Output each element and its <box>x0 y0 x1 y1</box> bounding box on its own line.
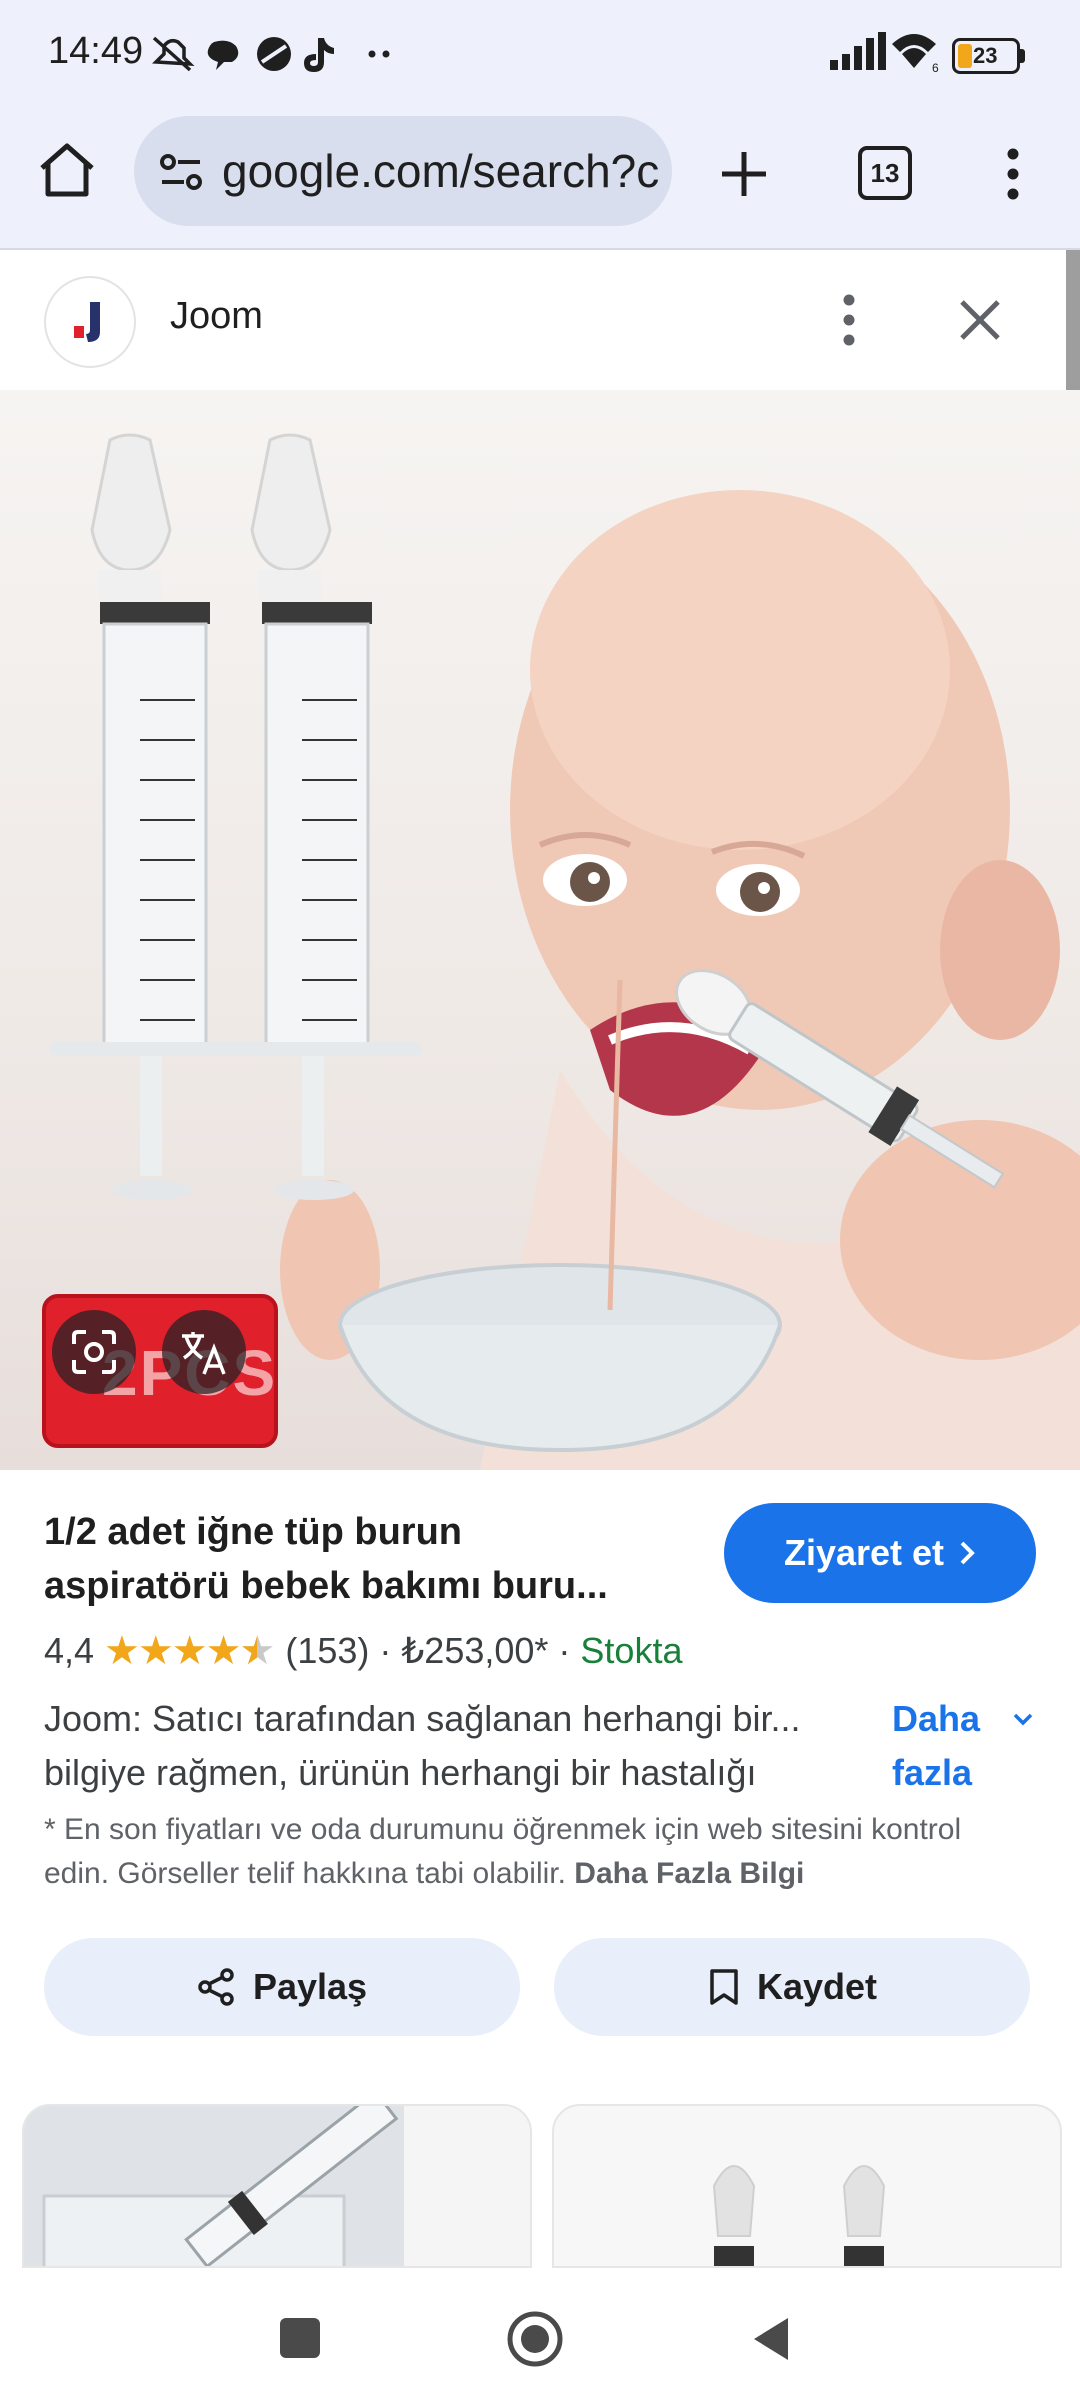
star-rating: ★★★★ ★★ <box>104 1628 275 1674</box>
description-line2: bilgiye rağmen, ürünün herhangi bir hast… <box>44 1752 757 1793</box>
svg-text:6: 6 <box>932 61 939 74</box>
system-nav-bar <box>0 2268 1080 2400</box>
save-button[interactable]: Kaydet <box>554 1938 1030 2036</box>
site-settings-icon[interactable] <box>158 150 206 194</box>
disclaimer-text: * En son fiyatları ve oda durumunu öğren… <box>44 1813 962 1890</box>
browser-menu-icon[interactable] <box>998 144 1028 204</box>
status-time: 14:49 <box>48 30 144 72</box>
joom-logo <box>44 276 136 368</box>
product-image[interactable]: 2PCS <box>0 390 1080 1470</box>
half-star-icon: ★★ <box>239 1629 276 1673</box>
mute-icon <box>152 36 195 72</box>
home-icon[interactable] <box>36 140 98 200</box>
share-label: Paylaş <box>252 1966 368 2007</box>
availability: Stokta <box>580 1630 683 1671</box>
status-bar: 14:49 6 23 <box>0 0 1080 110</box>
tab-switcher-button[interactable]: 13 <box>858 146 912 200</box>
more-button[interactable]: Daha fazla <box>892 1692 1042 1800</box>
related-image-1 <box>24 2106 530 2266</box>
stars-icon: ★★★★ <box>104 1629 241 1673</box>
learn-more-link[interactable]: Daha Fazla Bilgi <box>574 1857 804 1890</box>
translate-icon <box>182 1332 226 1375</box>
panel-menu-icon[interactable] <box>834 290 864 350</box>
related-image-card[interactable] <box>552 2104 1062 2268</box>
description-line1: Joom: Satıcı tarafından sağlanan herhang… <box>44 1698 801 1739</box>
browser-toolbar: google.com/search?c 13 <box>0 110 1080 250</box>
tiktok-icon <box>304 38 334 72</box>
close-icon[interactable] <box>956 296 1004 344</box>
wifi-icon: 6 <box>892 34 939 74</box>
more-label-line2: fazla <box>892 1752 973 1793</box>
lens-button[interactable] <box>52 1310 136 1394</box>
url-text[interactable]: google.com/search?c <box>222 144 662 198</box>
rating-value: 4,4 <box>44 1630 95 1671</box>
battery-icon: 23 <box>952 38 1025 74</box>
source-name: Joom <box>170 295 263 337</box>
related-image-2 <box>712 2165 886 2266</box>
syringe-left <box>50 433 250 1200</box>
home-nav-button[interactable] <box>506 2310 564 2368</box>
back-button[interactable] <box>750 2314 792 2364</box>
share-button[interactable]: Paylaş <box>44 1938 520 2036</box>
product-description: Joom: Satıcı tarafından sağlanan herhang… <box>44 1692 864 1800</box>
recents-button[interactable] <box>280 2318 320 2358</box>
syringe-right <box>212 433 422 1200</box>
chat-bubble-icon <box>207 40 239 70</box>
bookmark-icon <box>710 1969 738 2005</box>
product-title[interactable]: 1/2 adet iğne tüp burun aspiratörü bebek… <box>44 1505 684 1613</box>
review-count: (153) <box>285 1630 370 1671</box>
signal-icon <box>830 32 886 70</box>
visit-button-label: Ziyaret et <box>783 1532 945 1573</box>
related-image-card[interactable] <box>22 2104 532 2268</box>
share-icon <box>198 1968 234 2006</box>
address-bar[interactable]: google.com/search?c <box>134 116 672 226</box>
disclaimer: * En son fiyatları ve oda durumunu öğren… <box>44 1808 1034 1896</box>
visit-button[interactable]: Ziyaret et <box>724 1503 1036 1603</box>
result-panel-header: Joom <box>0 250 1066 390</box>
rating-row: 4,4 ★★★★ ★★ (153) · ₺253,00* · Stokta <box>44 1628 683 1674</box>
save-label: Kaydet <box>756 1966 878 2007</box>
lens-icon <box>72 1330 116 1374</box>
translate-button[interactable] <box>162 1310 246 1394</box>
new-tab-icon[interactable] <box>716 146 772 202</box>
chevron-right-icon <box>960 1541 975 1565</box>
chevron-down-icon <box>1013 1713 1033 1726</box>
product-title-line1: 1/2 adet iğne tüp burun <box>44 1511 463 1553</box>
product-title-line2: aspiratörü bebek bakımı buru... <box>44 1565 608 1607</box>
battery-level: 23 <box>973 43 998 68</box>
notification-icons <box>152 36 390 72</box>
price: ₺253,00* <box>401 1630 549 1671</box>
